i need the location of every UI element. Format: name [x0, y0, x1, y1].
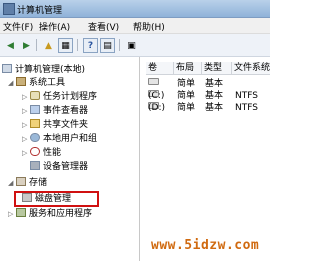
computer-management-icon [3, 3, 15, 15]
tree-item-root[interactable]: 计算机管理(本地) [2, 64, 85, 77]
menu-view[interactable]: 查看(V) [88, 20, 119, 33]
menu-help[interactable]: 帮助(H) [133, 20, 165, 33]
back-arrow-icon[interactable]: ◀ [3, 38, 18, 53]
tree-item-system-tools[interactable]: ◢ 系统工具 [8, 77, 65, 90]
table-row[interactable]: 简单 基本 [146, 78, 270, 90]
table-row[interactable]: (D:) 简单 基本 NTFS [146, 102, 270, 114]
volume-layout: 简单 [177, 91, 196, 101]
tree-item-local-users[interactable]: ▷ 本地用户和组 [22, 133, 97, 146]
forward-arrow-icon[interactable]: ▶ [19, 38, 34, 53]
site-watermark: www.5idzw.com [151, 238, 260, 253]
shared-folder-icon [30, 119, 40, 128]
toolbar-separator [77, 39, 78, 51]
tree-performance-label: 性能 [43, 148, 62, 158]
performance-icon [30, 147, 40, 156]
tree-storage-label: 存储 [29, 178, 48, 188]
tree-root-label: 计算机管理(本地) [15, 65, 86, 75]
toolbar-separator [119, 39, 120, 51]
event-log-icon [30, 105, 40, 114]
volume-type: 基本 [205, 91, 224, 101]
tree-device-manager-label: 设备管理器 [43, 162, 89, 172]
tree-task-scheduler-label: 任务计划程序 [43, 92, 98, 102]
tree-item-shared-folders[interactable]: ▷ 共享文件夹 [22, 119, 88, 132]
column-header-filesystem[interactable]: 文件系统 [232, 62, 270, 75]
tree-item-performance[interactable]: ▷ 性能 [22, 147, 61, 160]
menu-action[interactable]: 操作(A) [39, 20, 70, 33]
expand-icon[interactable]: ▷ [22, 91, 30, 104]
expand-icon[interactable]: ▷ [22, 105, 30, 118]
tree-services-apps-label: 服务和应用程序 [29, 209, 93, 219]
navigation-tree: 计算机管理(本地) ◢ 系统工具 ▷ 任务计划程序 ▷ 事件查看器 ▷ 共享文件夹 ▷ 本… [0, 57, 140, 261]
toolbar-separator [36, 39, 37, 51]
tree-system-tools-label: 系统工具 [29, 78, 66, 88]
expand-icon[interactable]: ▷ [22, 133, 30, 146]
show-hide-tree-icon[interactable]: ▦ [58, 38, 73, 53]
window-title: 计算机管理 [17, 6, 63, 16]
toolbar: ◀ ▶ ▲ ▦ ? ▤ ▣ [0, 34, 270, 57]
volume-layout: 简单 [177, 79, 196, 89]
expand-icon[interactable]: ▷ [22, 147, 30, 160]
tree-local-users-label: 本地用户和组 [43, 134, 98, 144]
volume-icon [148, 78, 159, 85]
tree-item-event-viewer[interactable]: ▷ 事件查看器 [22, 105, 88, 118]
device-manager-icon [30, 161, 40, 170]
tree-event-viewer-label: 事件查看器 [43, 106, 89, 116]
expand-icon[interactable]: ▷ [8, 208, 16, 221]
clock-icon [30, 91, 40, 100]
tree-item-services-apps[interactable]: ▷ 服务和应用程序 [8, 208, 92, 221]
tree-item-device-manager[interactable]: 设备管理器 [30, 161, 88, 174]
tree-item-storage[interactable]: ◢ 存储 [8, 177, 47, 190]
tree-item-task-scheduler[interactable]: ▷ 任务计划程序 [22, 91, 97, 104]
services-icon [16, 208, 26, 217]
menu-file[interactable]: 文件(F) [3, 20, 33, 33]
title-bar: 计算机管理 [0, 0, 270, 18]
toolbox-icon [16, 77, 26, 86]
column-header-type[interactable]: 类型 [202, 62, 232, 75]
volume-name: (D:) [148, 103, 165, 113]
users-icon [30, 133, 40, 142]
expand-icon[interactable]: ▷ [22, 119, 30, 132]
volume-list: 卷 布局 类型 文件系统 简单 基本 (C:) 简单 基本 NTFS (D:) … [146, 57, 270, 261]
export-list-icon[interactable]: ▣ [124, 38, 139, 53]
disk-management-highlight [14, 191, 99, 207]
tree-shared-folders-label: 共享文件夹 [43, 120, 89, 130]
storage-icon [16, 177, 26, 186]
volume-type: 基本 [205, 79, 224, 89]
volume-type: 基本 [205, 103, 224, 113]
volume-layout: 简单 [177, 103, 196, 113]
collapse-icon[interactable]: ◢ [8, 177, 16, 190]
computer-icon [2, 64, 12, 73]
properties-icon[interactable]: ▤ [100, 38, 115, 53]
volume-fs: NTFS [235, 103, 258, 113]
collapse-icon[interactable]: ◢ [8, 77, 16, 90]
volume-fs: NTFS [235, 91, 258, 101]
volume-name: (C:) [148, 91, 165, 101]
menu-bar: 文件(F) 操作(A) 查看(V) 帮助(H) [0, 18, 270, 34]
help-icon[interactable]: ? [83, 38, 98, 53]
column-header-layout[interactable]: 布局 [174, 62, 202, 75]
column-header-volume[interactable]: 卷 [146, 62, 174, 75]
folder-up-icon[interactable]: ▲ [41, 38, 56, 53]
table-row[interactable]: (C:) 简单 基本 NTFS [146, 90, 270, 102]
